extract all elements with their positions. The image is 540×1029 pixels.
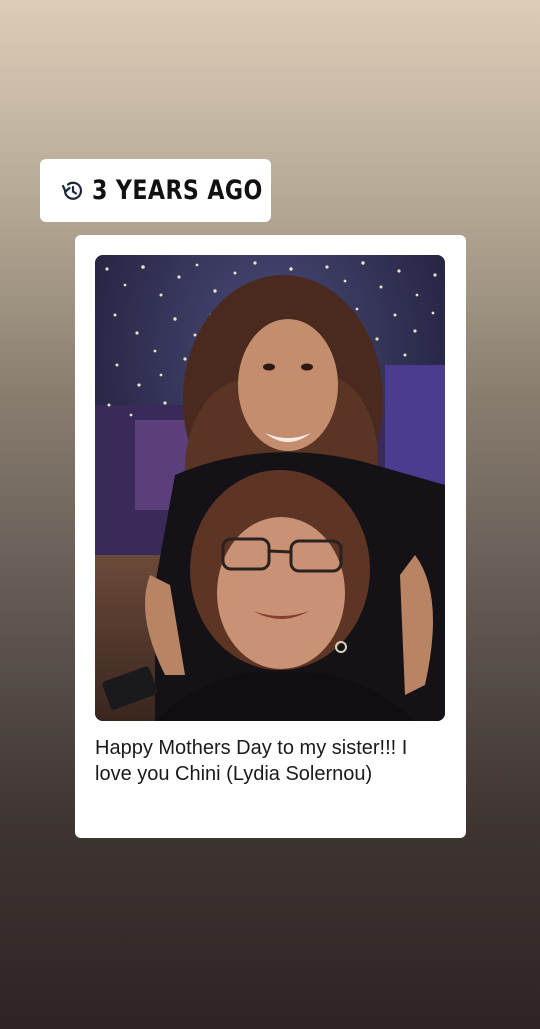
post-photo[interactable] xyxy=(95,255,445,721)
memory-badge: 3 YEARS AGO xyxy=(40,159,271,222)
history-clock-icon xyxy=(60,178,86,204)
memory-post-card[interactable]: Happy Mothers Day to my sister!!! I love… xyxy=(75,235,466,838)
memory-label: 3 YEARS AGO xyxy=(92,175,263,206)
post-caption: Happy Mothers Day to my sister!!! I love… xyxy=(95,737,408,785)
